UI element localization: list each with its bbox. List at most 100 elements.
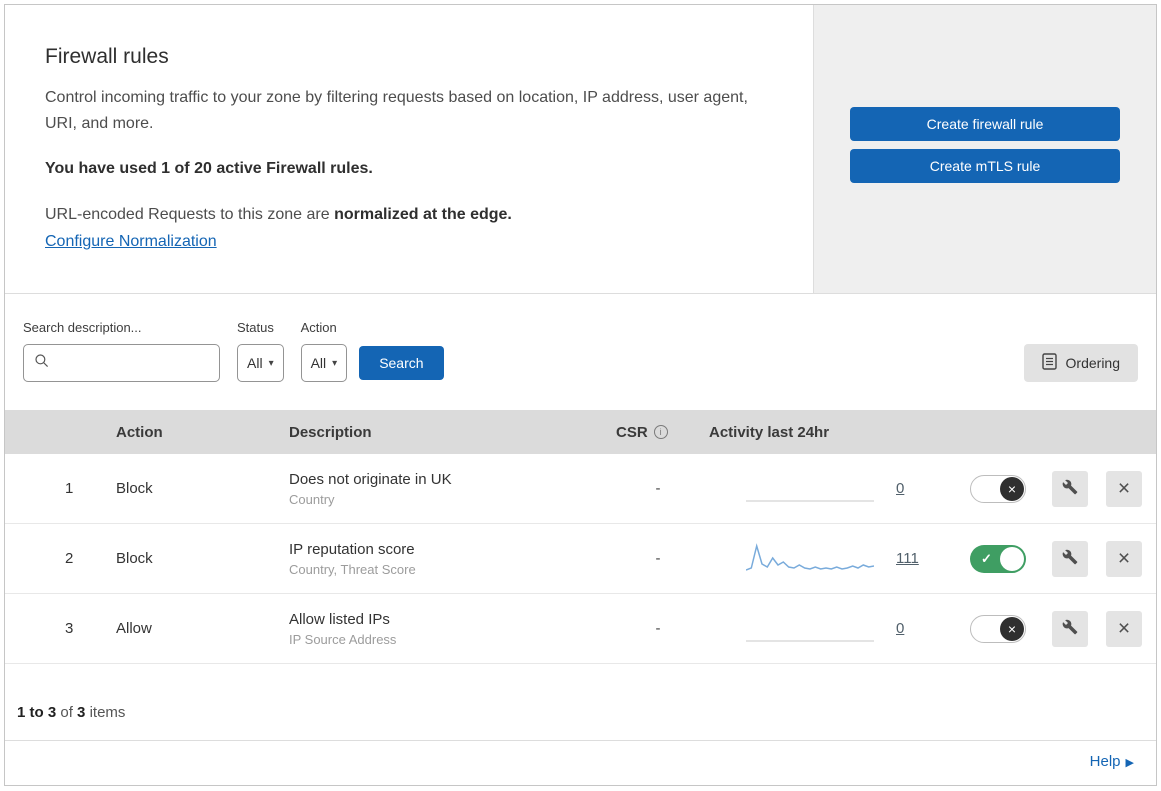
rule-description-cell: Allow listed IPs IP Source Address: [278, 611, 608, 647]
edit-rule-button[interactable]: [1052, 610, 1088, 647]
wrench-icon: [1062, 549, 1078, 568]
activity-count-link[interactable]: 0: [896, 620, 904, 637]
activity-count-link[interactable]: 0: [896, 480, 904, 497]
toggle-knob: ×: [1000, 616, 1024, 641]
delete-rule-button[interactable]: ×: [1106, 610, 1142, 647]
col-description: Description: [289, 423, 372, 441]
chevron-down-icon: ▾: [268, 357, 274, 369]
table-row: 1 Block Does not originate in UK Country…: [5, 454, 1156, 525]
usage-summary: You have used 1 of 20 active Firewall ru…: [45, 160, 373, 178]
rule-edit-cell: [1043, 540, 1097, 577]
help-link[interactable]: Help ▶: [1090, 753, 1134, 770]
rule-edit-cell: [1043, 610, 1097, 647]
search-icon: [34, 353, 50, 374]
table-summary: 1 to 3 of 3 items: [5, 664, 1156, 740]
create-mtls-rule-button[interactable]: Create mTLS rule: [850, 149, 1120, 183]
rule-number: 2: [65, 550, 74, 568]
rule-activity-cell: 111: [708, 539, 953, 579]
table-body: 1 Block Does not originate in UK Country…: [5, 454, 1156, 665]
of-text: of: [60, 704, 73, 722]
rule-enabled-toggle[interactable]: ✓ ×: [970, 544, 1026, 573]
search-box[interactable]: [23, 344, 237, 383]
rule-csr-value: -: [655, 480, 661, 498]
rule-number: 3: [65, 620, 74, 638]
check-icon: ✓: [981, 550, 992, 566]
action-dropdown[interactable]: All ▾: [300, 344, 348, 383]
page-header-section: Firewall rules Control incoming traffic …: [5, 5, 1156, 295]
configure-normalization-link[interactable]: Configure Normalization: [45, 233, 217, 251]
edit-rule-button[interactable]: [1052, 540, 1088, 577]
ordering-list-icon: [1041, 353, 1057, 373]
help-arrow-icon: ▶: [1125, 757, 1134, 769]
rule-enabled-toggle[interactable]: ✓ ×: [970, 474, 1026, 503]
col-activity: Activity last 24hr: [709, 423, 830, 441]
close-icon: ×: [1117, 477, 1131, 501]
rule-toggle-cell: ✓ ×: [953, 544, 1043, 573]
rule-enabled-toggle[interactable]: ✓ ×: [970, 614, 1026, 643]
firewall-rules-page: Firewall rules Control incoming traffic …: [4, 4, 1157, 786]
activity-sparkline: [746, 542, 874, 571]
wrench-icon: [1062, 619, 1078, 638]
ordering-button-label: Ordering: [1065, 355, 1120, 372]
rule-number: 1: [65, 480, 74, 498]
rule-delete-cell: ×: [1097, 470, 1151, 507]
col-action: Action: [116, 423, 163, 441]
filter-bar: Search description... Status All ▾ Actio…: [5, 294, 1156, 410]
delete-rule-button[interactable]: ×: [1106, 540, 1142, 577]
rule-description: IP reputation score: [289, 540, 415, 558]
create-firewall-rule-button[interactable]: Create firewall rule: [850, 107, 1120, 141]
rule-csr-value: -: [655, 550, 661, 568]
status-dropdown[interactable]: All ▾: [237, 344, 284, 383]
normalization-note: URL-encoded Requests to this zone are no…: [45, 206, 773, 224]
page-description: Control incoming traffic to your zone by…: [45, 89, 748, 132]
rule-fields: Country, Threat Score: [289, 561, 416, 577]
wrench-icon: [1062, 479, 1078, 498]
items-text: items: [89, 704, 126, 722]
help-bar: Help ▶: [5, 740, 1156, 785]
rule-description: Does not originate in UK: [289, 470, 452, 488]
info-icon[interactable]: i: [653, 425, 668, 440]
normalization-text: URL-encoded Requests to this zone are: [45, 206, 330, 224]
rule-description-cell: Does not originate in UK Country: [278, 471, 608, 507]
csr-header-label: CSR: [616, 423, 648, 441]
action-label: Action: [300, 320, 337, 336]
search-input[interactable]: [56, 345, 237, 382]
page-title: Firewall rules: [45, 45, 169, 68]
search-button[interactable]: Search: [359, 346, 444, 381]
activity-count-link[interactable]: 111: [896, 550, 919, 567]
header-actions-panel: Create firewall rule Create mTLS rule: [813, 5, 1156, 294]
rule-activity-cell: 0: [708, 469, 953, 509]
rule-action: Block: [116, 480, 153, 498]
normalization-bold-text: normalized at the edge.: [334, 206, 512, 224]
item-total: 3: [77, 704, 86, 722]
close-icon: ×: [1117, 617, 1131, 641]
rule-fields: Country: [289, 491, 335, 507]
status-label: Status: [237, 320, 274, 336]
rule-delete-cell: ×: [1097, 540, 1151, 577]
x-icon: ×: [1007, 620, 1017, 637]
rule-csr-value: -: [655, 620, 661, 638]
col-csr: CSR i: [608, 424, 708, 441]
toggle-knob: ×: [1000, 476, 1024, 501]
table-row: 2 Block IP reputation score Country, Thr…: [5, 524, 1156, 595]
rule-action: Block: [116, 550, 153, 568]
help-link-label: Help: [1089, 753, 1121, 770]
chevron-down-icon: ▾: [332, 357, 338, 369]
rule-description-cell: IP reputation score Country, Threat Scor…: [278, 541, 608, 577]
x-icon: ×: [1007, 480, 1017, 497]
rule-toggle-cell: ✓ ×: [953, 614, 1043, 643]
ordering-button[interactable]: Ordering: [1023, 344, 1138, 383]
search-label: Search description...: [23, 320, 142, 336]
edit-rule-button[interactable]: [1052, 470, 1088, 507]
search-group: Search description...: [23, 320, 237, 383]
rule-edit-cell: [1043, 470, 1097, 507]
toggle-knob: ×: [1000, 546, 1024, 571]
rule-delete-cell: ×: [1097, 610, 1151, 647]
action-filter-group: Action All ▾: [300, 320, 348, 383]
rule-description: Allow listed IPs: [289, 610, 390, 628]
delete-rule-button[interactable]: ×: [1106, 470, 1142, 507]
table-row: 3 Allow Allow listed IPs IP Source Addre…: [5, 594, 1156, 665]
header-text-area: Firewall rules Control incoming traffic …: [5, 5, 813, 294]
close-icon: ×: [1117, 547, 1131, 571]
rule-fields: IP Source Address: [289, 631, 397, 647]
